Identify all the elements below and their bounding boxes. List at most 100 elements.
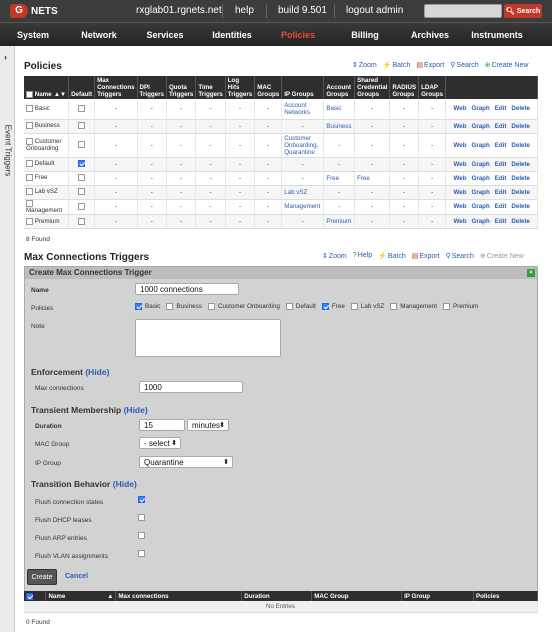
row-account-groups[interactable]: Premium xyxy=(323,214,356,229)
web-link[interactable]: Web xyxy=(454,218,467,225)
edit-link[interactable]: Edit xyxy=(495,218,507,225)
row-checkbox[interactable] xyxy=(26,199,33,207)
name-input[interactable]: 1000 connections xyxy=(135,283,239,295)
row-ip-groups[interactable]: Management xyxy=(281,199,325,215)
nav-archives[interactable]: Archives xyxy=(406,23,454,47)
policy-checkbox[interactable] xyxy=(207,303,215,310)
col-ip-groups[interactable]: IP Groups xyxy=(281,76,325,99)
delete-link[interactable]: Delete xyxy=(511,203,530,210)
web-link[interactable]: Web xyxy=(454,142,467,149)
row-checkbox[interactable] xyxy=(26,160,33,168)
graph-link[interactable]: Graph xyxy=(472,218,490,225)
close-icon[interactable]: × xyxy=(527,269,535,277)
policy-checkbox[interactable] xyxy=(166,303,174,310)
row-account-groups[interactable]: Basic xyxy=(323,99,356,120)
graph-link[interactable]: Graph xyxy=(472,123,490,130)
row-ip-groups[interactable]: Customer Onboarding, Quarantine xyxy=(281,133,325,158)
edit-link[interactable]: Edit xyxy=(495,142,507,149)
table-row[interactable]: Business - - - - - - - Business - - - Web Graph Edit De… xyxy=(24,119,538,134)
edit-link[interactable]: Edit xyxy=(495,105,507,112)
col-max-connections[interactable]: Max connections xyxy=(115,591,243,601)
delete-link[interactable]: Delete xyxy=(511,218,530,225)
nav-services[interactable]: Services xyxy=(142,23,188,47)
row-checkbox[interactable] xyxy=(26,188,33,196)
row-checkbox[interactable] xyxy=(26,137,33,145)
chevron-right-icon[interactable]: › xyxy=(4,52,7,62)
delete-link[interactable]: Delete xyxy=(511,105,530,112)
col-radius-groups[interactable]: RADIUS Groups xyxy=(389,76,420,99)
nav-identities[interactable]: Identities xyxy=(208,23,256,47)
edit-link[interactable]: Edit xyxy=(495,203,507,210)
graph-link[interactable]: Graph xyxy=(472,203,490,210)
flush-checkbox[interactable] xyxy=(138,496,145,503)
zoom-button[interactable]: ⇕Zoom xyxy=(322,252,347,260)
enforcement-hide-link[interactable]: (Hide) xyxy=(85,367,109,377)
col-policies[interactable]: Policies xyxy=(473,591,538,601)
col-ip-group[interactable]: IP Group xyxy=(401,591,474,601)
graph-link[interactable]: Graph xyxy=(472,189,490,196)
nav-policies[interactable]: Policies xyxy=(276,23,320,47)
table-row[interactable]: Premium - - - - - - - Premium - - - Web Graph Edit Dele… xyxy=(24,214,538,229)
delete-link[interactable]: Delete xyxy=(511,142,530,149)
graph-link[interactable]: Graph xyxy=(472,105,490,112)
web-link[interactable]: Web xyxy=(454,203,467,210)
row-shared-groups[interactable]: Free xyxy=(354,171,391,186)
col-time[interactable]: Time Triggers xyxy=(195,76,226,99)
table-row[interactable]: Customer Onboarding - - - - - - Customer Onboar… xyxy=(24,133,538,158)
nav-billing[interactable]: Billing xyxy=(344,23,386,47)
col-log-hits[interactable]: Log Hits Triggers xyxy=(225,76,256,99)
flush-checkbox[interactable] xyxy=(138,532,145,539)
policy-checkbox[interactable] xyxy=(390,303,398,310)
flush-checkbox[interactable] xyxy=(138,550,145,557)
export-button[interactable]: ▤Export xyxy=(412,252,440,260)
policy-checkbox[interactable] xyxy=(443,303,451,310)
col-max-connections[interactable]: Max Connections Triggers xyxy=(94,76,138,99)
help-button[interactable]: ?Help xyxy=(353,252,372,260)
col-name[interactable]: Name ▲ xyxy=(45,591,117,601)
col-default[interactable]: Default xyxy=(68,76,96,99)
search-toolbar-button[interactable]: ⚲Search xyxy=(446,252,474,260)
nav-network[interactable]: Network xyxy=(76,23,122,47)
table-row[interactable]: Free - - - - - - - Free Free - - Web Graph Edit Delete xyxy=(24,171,538,186)
cancel-link[interactable]: Cancel xyxy=(65,573,88,580)
create-button[interactable]: Create xyxy=(27,569,57,585)
policy-checkbox[interactable] xyxy=(285,303,293,310)
search-button[interactable]: 🔍︎ Search xyxy=(504,4,542,18)
batch-button[interactable]: ⚡Batch xyxy=(383,61,411,69)
table-row[interactable]: Default - - - - - - - - - - - Web Graph Edit Delete xyxy=(24,157,538,172)
col-quota[interactable]: Quota Triggers xyxy=(166,76,197,99)
col-account-groups[interactable]: Account Groups xyxy=(323,76,356,99)
delete-link[interactable]: Delete xyxy=(511,175,530,182)
row-checkbox[interactable] xyxy=(26,217,33,225)
row-checkbox[interactable] xyxy=(26,174,33,182)
transient-hide-link[interactable]: (Hide) xyxy=(124,405,148,415)
web-link[interactable]: Web xyxy=(454,123,467,130)
nav-system[interactable]: System xyxy=(8,23,58,47)
row-account-groups[interactable]: Business xyxy=(323,119,356,134)
select-all-header[interactable] xyxy=(24,591,47,601)
web-link[interactable]: Web xyxy=(454,189,467,196)
row-ip-groups[interactable]: Account Networks xyxy=(281,99,325,120)
col-name[interactable]: Name ▲▼ xyxy=(24,76,70,99)
row-checkbox[interactable] xyxy=(26,122,33,130)
transition-hide-link[interactable]: (Hide) xyxy=(113,479,137,489)
batch-button[interactable]: ⚡Batch xyxy=(378,252,406,260)
policy-checkbox[interactable] xyxy=(350,303,358,310)
graph-link[interactable]: Graph xyxy=(472,142,490,149)
delete-link[interactable]: Delete xyxy=(511,189,530,196)
duration-unit-select[interactable]: minutes ⬍ xyxy=(187,419,229,431)
web-link[interactable]: Web xyxy=(454,175,467,182)
brand-logo[interactable]: G NETS xyxy=(10,4,58,18)
search-input[interactable] xyxy=(424,4,502,18)
col-ldap-groups[interactable]: LDAP Groups xyxy=(418,76,447,99)
graph-link[interactable]: Graph xyxy=(472,161,490,168)
delete-link[interactable]: Delete xyxy=(511,123,530,130)
col-mac-groups[interactable]: MAC Groups xyxy=(254,76,283,99)
nav-instruments[interactable]: Instruments xyxy=(468,23,526,47)
policy-checkbox[interactable] xyxy=(135,303,142,310)
table-row[interactable]: Lab vSZ - - - - - - Lab vSZ - - - - Web Graph Edit Dele… xyxy=(24,185,538,200)
edit-link[interactable]: Edit xyxy=(495,189,507,196)
col-duration[interactable]: Duration xyxy=(241,591,313,601)
zoom-button[interactable]: ⇕Zoom xyxy=(352,61,377,69)
event-triggers-sidetab[interactable]: › Event Triggers xyxy=(0,46,15,632)
